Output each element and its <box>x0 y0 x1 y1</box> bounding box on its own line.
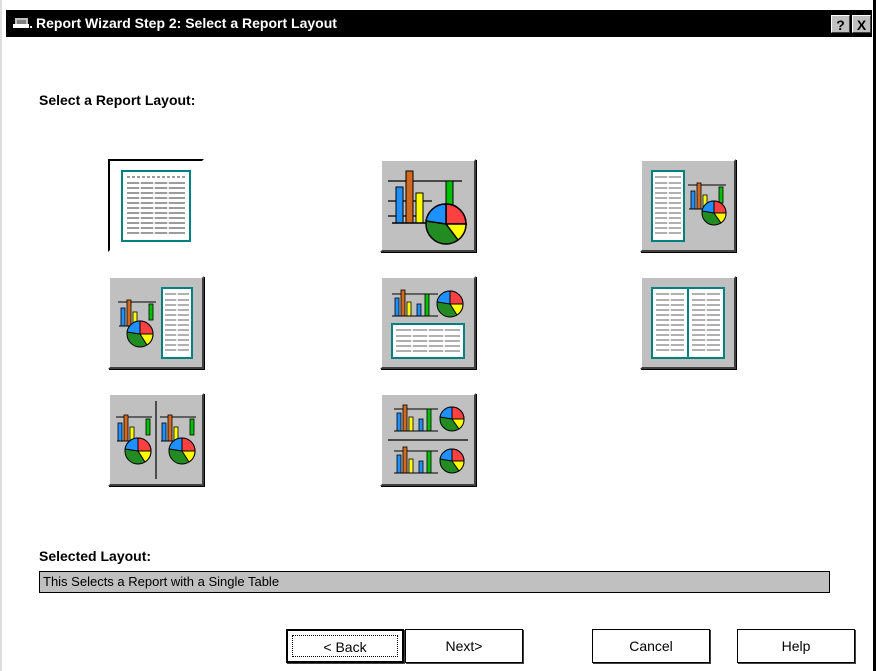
title-bar: Report Wizard Step 2: Select a Report La… <box>6 10 872 37</box>
app-icon <box>13 18 32 28</box>
back-button[interactable]: < Back <box>286 629 404 663</box>
layout-two-charts-side-button[interactable] <box>108 393 204 486</box>
layout-two-tables-button[interactable] <box>640 276 736 369</box>
help-title-button[interactable]: ? <box>831 15 850 33</box>
layout-single-table-button[interactable] <box>108 159 204 252</box>
layout-two-charts-stacked-button[interactable] <box>380 393 476 486</box>
cancel-button-label: Cancel <box>629 638 673 654</box>
close-button[interactable]: X <box>852 15 871 33</box>
help-button-label: Help <box>781 638 811 654</box>
two-tables-icon <box>651 287 725 359</box>
help-button[interactable]: Help <box>737 629 855 663</box>
window-title: Report Wizard Step 2: Select a Report La… <box>36 15 337 31</box>
report-wizard-dialog: Report Wizard Step 2: Select a Report La… <box>0 0 876 671</box>
chart-over-table-icon <box>391 289 465 359</box>
next-button-label: Next> <box>445 638 483 654</box>
layout-single-chart-button[interactable] <box>380 159 476 252</box>
back-button-label: < Back <box>323 639 367 655</box>
cancel-button[interactable]: Cancel <box>592 629 710 663</box>
two-charts-stacked-icon <box>388 404 468 474</box>
next-button[interactable]: Next> <box>405 629 523 663</box>
two-charts-side-icon <box>116 401 196 479</box>
layout-chart-table-button[interactable] <box>108 276 204 369</box>
selected-layout-description: This Selects a Report with a Single Tabl… <box>39 571 830 593</box>
select-layout-label: Select a Report Layout: <box>39 92 196 108</box>
selected-layout-label: Selected Layout: <box>39 548 152 564</box>
table-icon <box>121 170 191 242</box>
chart-table-icon <box>118 287 193 359</box>
layout-table-chart-button[interactable] <box>640 159 736 252</box>
layout-chart-over-table-button[interactable] <box>380 276 476 369</box>
table-chart-icon <box>651 170 727 242</box>
chart-icon <box>388 170 467 245</box>
